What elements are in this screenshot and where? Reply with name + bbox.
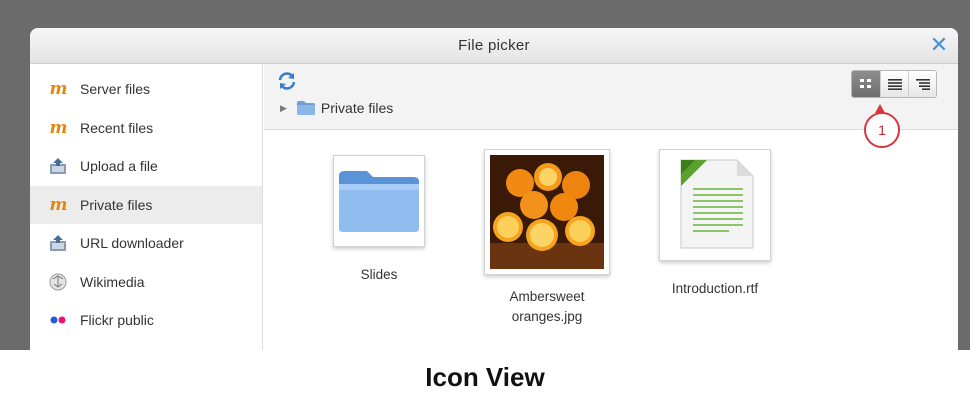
tree-view-button[interactable] — [908, 71, 936, 97]
sidebar-item-label: Upload a file — [80, 158, 158, 175]
sidebar-item-label: Flickr public — [80, 312, 154, 329]
folder-thumbnail — [333, 155, 425, 247]
sidebar-item-private-files[interactable]: m Private files — [30, 185, 262, 224]
sidebar-item-wikimedia[interactable]: Wikimedia — [30, 263, 262, 302]
document-icon — [680, 159, 754, 249]
moodle-icon: m — [49, 194, 68, 215]
grid-icon — [860, 79, 871, 88]
url-download-icon — [48, 234, 68, 252]
folder-icon — [339, 171, 419, 232]
sidebar-item-label: Wikimedia — [80, 273, 145, 290]
dialog-titlebar: File picker ✕ — [30, 28, 958, 64]
image-thumbnail — [484, 149, 610, 275]
sidebar-item-server-files[interactable]: m Server files — [30, 70, 262, 109]
file-picker-dialog: File picker ✕ m Server files m Recent fi… — [30, 28, 958, 350]
sidebar-item-label: URL downloader — [80, 235, 184, 252]
moodle-icon: m — [49, 79, 68, 100]
figure-caption: Icon View — [0, 350, 970, 405]
file-item-introduction-rtf[interactable]: Introduction.rtf — [650, 149, 780, 299]
icon-view-button[interactable] — [852, 71, 880, 97]
view-toggle-group — [851, 70, 937, 98]
sidebar-item-recent-files[interactable]: m Recent files — [30, 109, 262, 148]
caption-text: Icon View — [425, 362, 545, 392]
file-name-line-1: Ambersweet — [509, 289, 585, 304]
file-toolbar: ▶ Private files 1 — [264, 64, 958, 148]
sidebar-item-url-downloader[interactable]: URL downloader — [30, 224, 262, 263]
file-item-slides[interactable]: Slides — [314, 155, 444, 285]
upload-icon — [48, 157, 68, 175]
sidebar-item-label: Server files — [80, 81, 151, 98]
sidebar-item-upload-a-file[interactable]: Upload a file — [30, 147, 262, 186]
list-icon — [887, 79, 902, 90]
repository-sidebar: m Server files m Recent files Upload a f… — [30, 64, 263, 350]
list-view-button[interactable] — [880, 71, 908, 97]
folder-icon — [296, 101, 315, 115]
wikimedia-icon — [48, 273, 68, 291]
flickr-icon — [48, 311, 68, 329]
file-name: Ambersweet oranges.jpg — [482, 287, 612, 327]
breadcrumb-private-files[interactable]: Private files — [321, 100, 393, 116]
sidebar-item-label: Recent files — [80, 119, 154, 136]
triangle-right-icon[interactable]: ▶ — [280, 103, 287, 114]
refresh-icon[interactable] — [276, 70, 298, 92]
breadcrumb: ▶ Private files — [280, 100, 393, 116]
file-name-line-2: oranges.jpg — [511, 309, 583, 324]
close-icon[interactable]: ✕ — [928, 34, 950, 57]
document-thumbnail — [659, 149, 771, 261]
file-name: Slides — [360, 267, 398, 282]
oranges-photo-icon — [490, 155, 604, 269]
sidebar-item-flickr-public[interactable]: Flickr public — [30, 301, 262, 340]
dialog-body: m Server files m Recent files Upload a f… — [30, 64, 958, 350]
file-grid: Slides Ambersweet oranges.jpg Introducti… — [264, 131, 958, 350]
tree-icon — [915, 79, 930, 90]
file-browser-panel: ▶ Private files 1 Slides Ambersweet oran… — [264, 64, 958, 350]
moodle-icon: m — [49, 117, 68, 138]
sidebar-item-label: Private files — [80, 196, 153, 213]
dialog-title: File picker — [458, 37, 530, 54]
file-item-ambersweet-oranges[interactable]: Ambersweet oranges.jpg — [482, 149, 612, 327]
file-name: Introduction.rtf — [671, 281, 759, 296]
